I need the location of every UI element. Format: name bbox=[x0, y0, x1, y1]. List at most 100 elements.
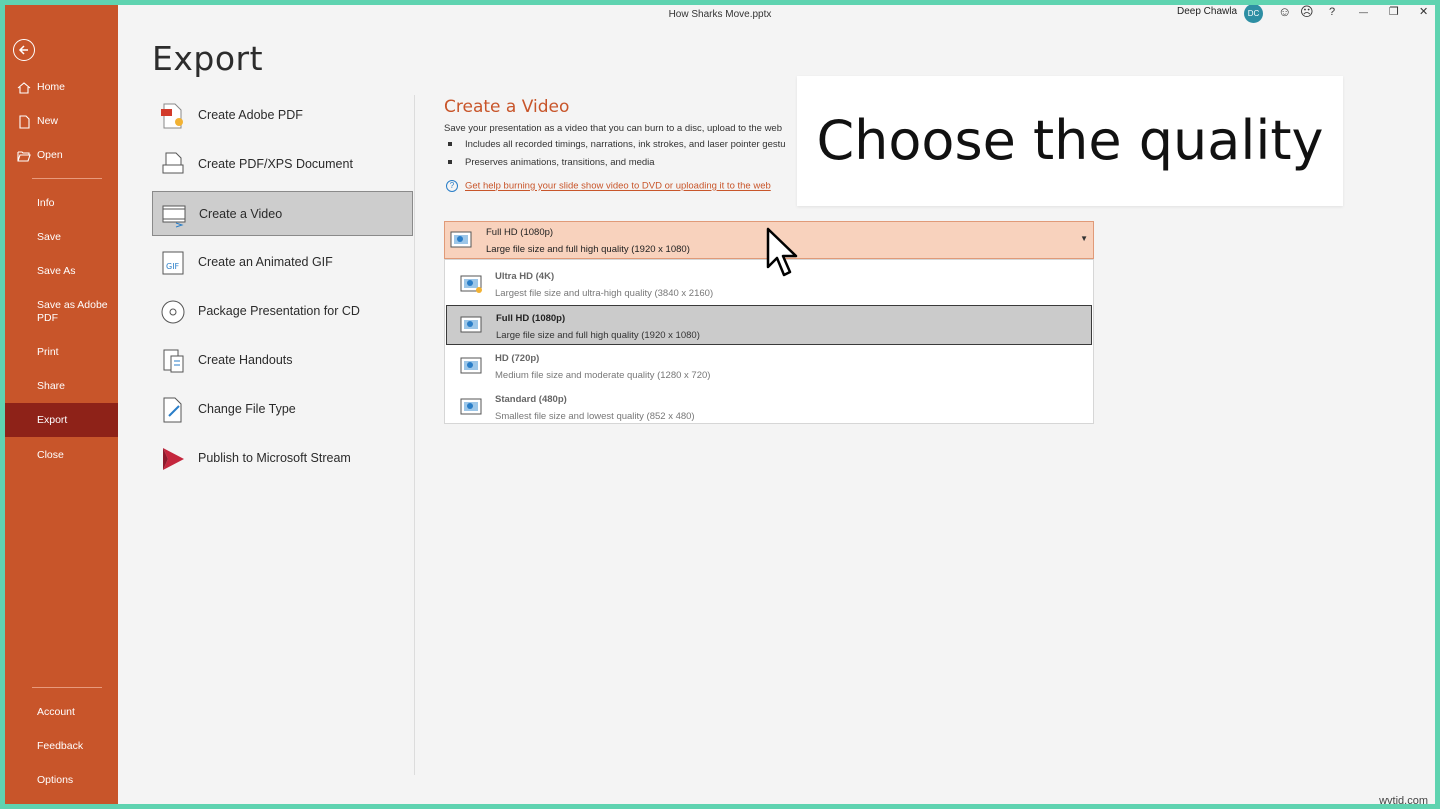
user-name[interactable]: Deep Chawla bbox=[1177, 6, 1237, 17]
rail-item-print[interactable]: Print bbox=[5, 346, 118, 359]
bullet-item: Preserves animations, transitions, and m… bbox=[448, 157, 655, 168]
rail-item-share[interactable]: Share bbox=[5, 380, 118, 393]
rail-item-label: Info bbox=[37, 197, 55, 209]
back-button[interactable] bbox=[13, 39, 35, 61]
back-arrow-icon bbox=[18, 45, 28, 55]
rail-item-save-as-adobe-pdf[interactable]: Save as Adobe PDF bbox=[5, 299, 110, 325]
gif-icon: GIF bbox=[162, 251, 184, 275]
rail-item-home[interactable]: Home bbox=[5, 81, 118, 94]
export-option-handouts[interactable]: Create Handouts bbox=[152, 338, 413, 383]
rail-item-label: Export bbox=[37, 414, 68, 426]
monitor-icon bbox=[460, 398, 482, 415]
export-option-pdf-xps[interactable]: Create PDF/XPS Document bbox=[152, 142, 413, 187]
rail-item-label: Options bbox=[37, 774, 74, 786]
page-title: Export bbox=[152, 39, 264, 78]
avatar[interactable]: DC bbox=[1244, 5, 1263, 23]
home-icon bbox=[17, 82, 31, 94]
powerpoint-window: Home New Open Info Save Save As Save as … bbox=[5, 5, 1435, 804]
minimize-icon[interactable]: — bbox=[1359, 5, 1368, 19]
help-icon[interactable]: ? bbox=[1329, 5, 1335, 19]
rail-item-save-as[interactable]: Save As bbox=[5, 265, 118, 278]
export-option-video[interactable]: Create a Video bbox=[152, 191, 413, 236]
dropdown-selected-title: Full HD (1080p) bbox=[486, 227, 554, 238]
export-option-label: Create an Animated GIF bbox=[198, 255, 333, 269]
option-title: Full HD (1080p) bbox=[496, 313, 566, 324]
option-title: Ultra HD (4K) bbox=[495, 271, 555, 282]
monitor-icon bbox=[450, 231, 472, 248]
overlay-caption: Choose the quality bbox=[797, 76, 1343, 206]
export-option-label: Publish to Microsoft Stream bbox=[198, 451, 351, 465]
rail-item-feedback[interactable]: Feedback bbox=[5, 740, 118, 753]
rail-item-label: Save as Adobe PDF bbox=[37, 299, 108, 324]
option-desc: Medium file size and moderate quality (1… bbox=[495, 370, 711, 381]
rail-item-account[interactable]: Account bbox=[5, 706, 118, 719]
rail-item-options[interactable]: Options bbox=[5, 774, 118, 787]
change-file-type-icon bbox=[163, 397, 182, 423]
rail-item-open[interactable]: Open bbox=[5, 149, 118, 162]
export-option-package-cd[interactable]: Package Presentation for CD bbox=[152, 289, 413, 334]
rail-item-export[interactable]: Export bbox=[5, 403, 118, 437]
adobe-pdf-icon bbox=[161, 103, 183, 129]
rail-item-label: Feedback bbox=[37, 740, 84, 752]
export-option-label: Package Presentation for CD bbox=[198, 304, 360, 318]
bullet-item: Includes all recorded timings, narration… bbox=[448, 139, 786, 150]
svg-text:GIF: GIF bbox=[166, 262, 180, 271]
help-link-text: Get help burning your slide show video t… bbox=[465, 180, 771, 192]
monitor-icon bbox=[460, 316, 482, 333]
rail-item-save[interactable]: Save bbox=[5, 231, 118, 244]
new-document-icon bbox=[19, 115, 30, 129]
export-option-change-file-type[interactable]: Change File Type bbox=[152, 387, 413, 432]
export-option-label: Create PDF/XPS Document bbox=[198, 157, 353, 171]
monitor-star-icon bbox=[460, 275, 482, 293]
close-icon[interactable]: ✕ bbox=[1419, 5, 1428, 19]
folder-open-icon bbox=[17, 151, 31, 162]
question-icon: ? bbox=[446, 180, 458, 192]
rail-item-new[interactable]: New bbox=[5, 115, 118, 129]
export-option-label: Change File Type bbox=[198, 402, 296, 416]
export-option-label: Create Handouts bbox=[198, 353, 293, 367]
monitor-icon bbox=[460, 357, 482, 374]
stream-icon bbox=[163, 448, 184, 470]
pdf-xps-icon bbox=[162, 152, 184, 174]
bullet-text: Includes all recorded timings, narration… bbox=[465, 139, 786, 150]
option-desc: Largest file size and ultra-high quality… bbox=[495, 288, 714, 299]
section-title: Create a Video bbox=[444, 97, 570, 117]
video-icon bbox=[162, 205, 186, 228]
export-option-label: Create Adobe PDF bbox=[198, 108, 303, 122]
rail-item-label: Home bbox=[37, 81, 66, 93]
help-link[interactable]: ? Get help burning your slide show video … bbox=[446, 180, 771, 192]
bullet-text: Preserves animations, transitions, and m… bbox=[465, 157, 655, 168]
dropdown-selected-desc: Large file size and full high quality (1… bbox=[486, 244, 690, 255]
option-desc: Smallest file size and lowest quality (8… bbox=[495, 411, 695, 422]
bullet-dot bbox=[448, 142, 452, 147]
quality-option-hd[interactable]: HD (720p) Medium file size and moderate … bbox=[446, 346, 1092, 386]
mouse-cursor-icon bbox=[766, 227, 798, 277]
export-option-label: Create a Video bbox=[199, 207, 283, 221]
cd-icon bbox=[161, 300, 185, 324]
quality-options-list: Ultra HD (4K) Largest file size and ultr… bbox=[444, 259, 1094, 424]
rail-item-label: Print bbox=[37, 346, 59, 358]
rail-divider bbox=[32, 178, 102, 179]
frown-icon[interactable]: ☹ bbox=[1300, 5, 1314, 19]
quality-option-standard[interactable]: Standard (480p) Smallest file size and l… bbox=[446, 387, 1092, 427]
smile-icon[interactable]: ☺ bbox=[1278, 5, 1291, 19]
panel-divider bbox=[414, 95, 415, 775]
rail-item-label: Save As bbox=[37, 265, 76, 277]
watermark: wvtid.com bbox=[1379, 795, 1428, 807]
export-option-adobe-pdf[interactable]: Create Adobe PDF bbox=[152, 93, 413, 138]
export-option-gif[interactable]: GIF Create an Animated GIF bbox=[152, 240, 413, 285]
option-desc: Large file size and full high quality (1… bbox=[496, 330, 700, 341]
rail-item-label: Open bbox=[37, 149, 63, 161]
rail-item-label: Share bbox=[37, 380, 66, 392]
option-title: HD (720p) bbox=[495, 353, 540, 364]
rail-item-info[interactable]: Info bbox=[5, 197, 118, 210]
restore-icon[interactable]: ❐ bbox=[1389, 5, 1399, 19]
rail-item-label: New bbox=[37, 115, 59, 127]
export-option-publish-stream[interactable]: Publish to Microsoft Stream bbox=[152, 436, 413, 481]
rail-divider bbox=[32, 687, 102, 688]
quality-option-full-hd[interactable]: Full HD (1080p) Large file size and full… bbox=[446, 305, 1092, 345]
bullet-dot bbox=[448, 160, 452, 165]
rail-item-close[interactable]: Close bbox=[5, 449, 118, 462]
rail-item-label: Close bbox=[37, 449, 64, 461]
backstage-rail: Home New Open Info Save Save As Save as … bbox=[5, 5, 118, 804]
